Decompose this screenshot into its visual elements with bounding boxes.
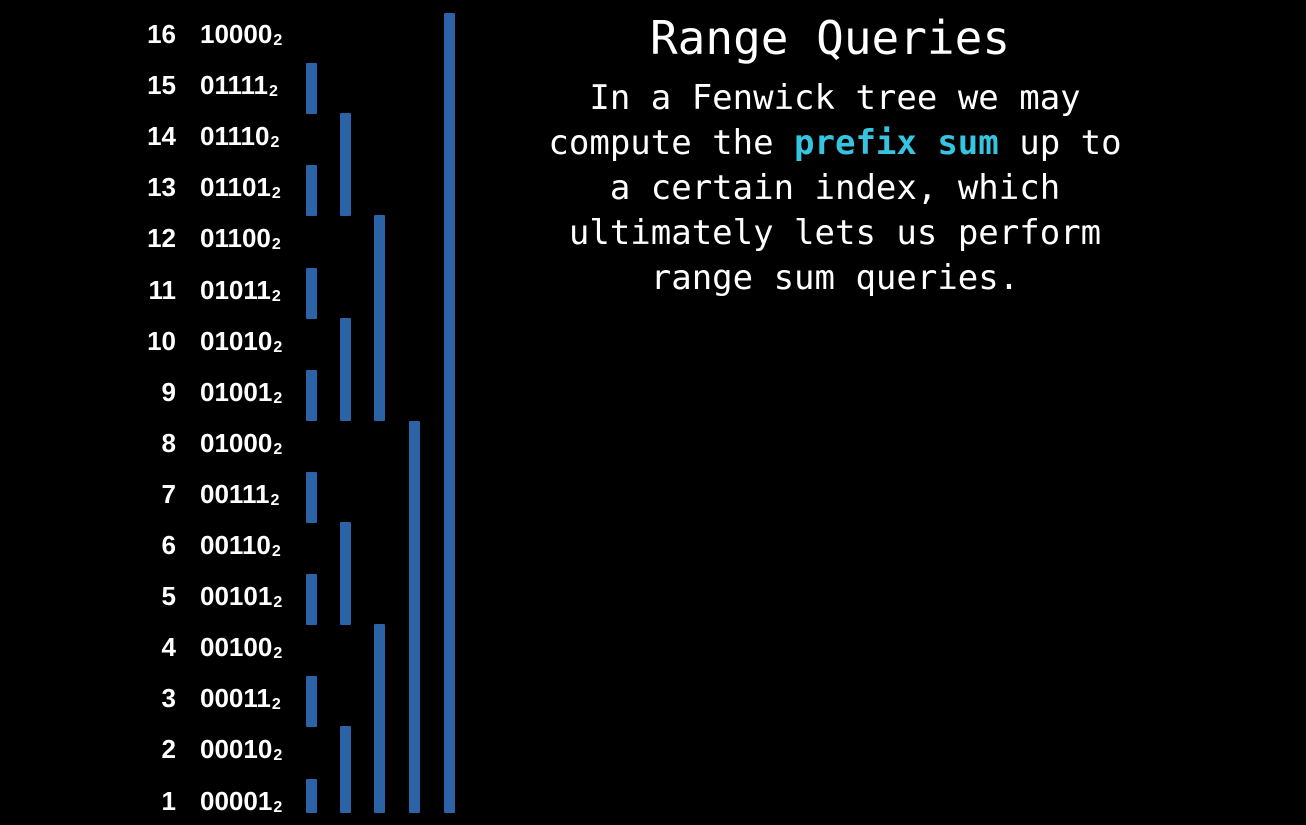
binary-digits: 00001 — [200, 785, 273, 816]
binary-digits: 01001 — [200, 376, 273, 407]
row-index: 8 — [161, 427, 176, 458]
binary-base-subscript: 2 — [271, 696, 281, 714]
range-bar — [374, 215, 385, 421]
row-binary: 010002 — [200, 428, 310, 465]
binary-digits: 10000 — [200, 19, 273, 49]
row-index: 12 — [147, 223, 176, 254]
row-binary: 010112 — [200, 275, 310, 312]
row-index: 9 — [161, 376, 176, 407]
binary-base-subscript: 2 — [270, 134, 280, 152]
range-bar — [340, 113, 351, 217]
row-index: 14 — [147, 121, 176, 152]
binary-digits: 00100 — [200, 632, 273, 663]
row-binary: 011002 — [200, 223, 310, 260]
row-binary: 001002 — [200, 632, 310, 669]
binary-base-subscript: 2 — [273, 338, 283, 356]
row-index: 6 — [161, 530, 176, 560]
row-binary: 011112 — [200, 70, 310, 107]
binary-digits: 00011 — [200, 683, 271, 714]
range-bar — [306, 165, 317, 217]
description-line-2-end: up to — [998, 123, 1122, 163]
range-bar — [306, 676, 317, 728]
row-binary: 010012 — [200, 377, 310, 414]
range-bar — [409, 420, 420, 813]
description-line-1: In a Fenwick tree we may — [589, 78, 1081, 118]
row-index: 7 — [161, 478, 176, 509]
row-index: 3 — [161, 683, 176, 714]
row-binary: 000012 — [200, 786, 310, 823]
row-binary: 011102 — [200, 121, 310, 158]
description-line-4: ultimately lets us perform — [568, 213, 1102, 253]
binary-base-subscript: 2 — [273, 389, 283, 407]
binary-digits: 01010 — [200, 325, 273, 356]
range-bar — [306, 63, 317, 115]
binary-digits: 01100 — [200, 223, 271, 254]
binary-base-subscript: 2 — [270, 491, 280, 509]
row-index: 10 — [147, 325, 176, 356]
binary-digits: 01101 — [200, 172, 271, 203]
binary-base-subscript: 2 — [273, 798, 283, 816]
row-binary: 011012 — [200, 172, 310, 209]
binary-base-subscript: 2 — [273, 594, 283, 612]
row-index: 11 — [148, 274, 177, 305]
row-binary: 001012 — [200, 581, 310, 618]
binary-base-subscript: 2 — [273, 747, 283, 765]
prefix-sum-highlight: prefix sum — [794, 123, 999, 163]
binary-base-subscript: 2 — [271, 185, 281, 203]
range-bar — [306, 574, 317, 626]
binary-digits: 00110 — [200, 530, 271, 560]
binary-digits: 00111 — [200, 478, 270, 509]
binary-base-subscript: 2 — [271, 236, 281, 254]
row-index: 13 — [147, 172, 176, 203]
row-index: 1 — [161, 785, 176, 816]
range-bar — [306, 778, 317, 813]
range-bar — [374, 624, 385, 813]
row-binary: 000112 — [200, 683, 310, 720]
binary-base-subscript: 2 — [273, 645, 283, 663]
range-bar — [306, 471, 317, 523]
binary-digits: 00101 — [200, 581, 273, 612]
row-index: 2 — [161, 734, 176, 765]
slide-description: In a Fenwick tree we may compute the pre… — [480, 76, 1190, 301]
binary-base-subscript: 2 — [273, 440, 283, 458]
row-binary: 010102 — [200, 326, 310, 363]
binary-base-subscript: 2 — [269, 83, 278, 101]
binary-digits: 01111 — [200, 70, 268, 101]
range-bar — [306, 369, 317, 421]
binary-base-subscript: 2 — [273, 32, 283, 49]
range-bar — [340, 317, 351, 421]
row-binary: 001102 — [200, 530, 310, 567]
range-bar — [340, 726, 351, 813]
binary-digits: 01000 — [200, 427, 273, 458]
description-line-3: a certain index, which — [609, 168, 1061, 208]
range-bar — [340, 522, 351, 626]
range-bar — [306, 267, 317, 319]
row-index: 15 — [147, 70, 176, 101]
description-line-5: range sum queries. — [650, 258, 1020, 298]
fenwick-slide: 16 100002 15 011112 14 011102 13 011012 12 011002… — [0, 0, 1306, 825]
row-binary: 000102 — [200, 734, 310, 771]
binary-base-subscript: 2 — [271, 543, 281, 560]
range-bar — [444, 13, 455, 813]
binary-base-subscript: 2 — [271, 287, 281, 305]
description-line-2-start: compute the — [548, 123, 795, 163]
row-binary: 001112 — [200, 479, 310, 516]
binary-digits: 01011 — [200, 274, 271, 305]
row-index: 5 — [161, 581, 176, 612]
row-index: 16 — [147, 19, 176, 49]
row-index: 4 — [161, 632, 176, 663]
binary-digits: 00010 — [200, 734, 273, 765]
binary-digits: 01110 — [200, 121, 270, 152]
row-binary: 100002 — [200, 19, 310, 56]
slide-title: Range Queries — [649, 11, 1011, 65]
